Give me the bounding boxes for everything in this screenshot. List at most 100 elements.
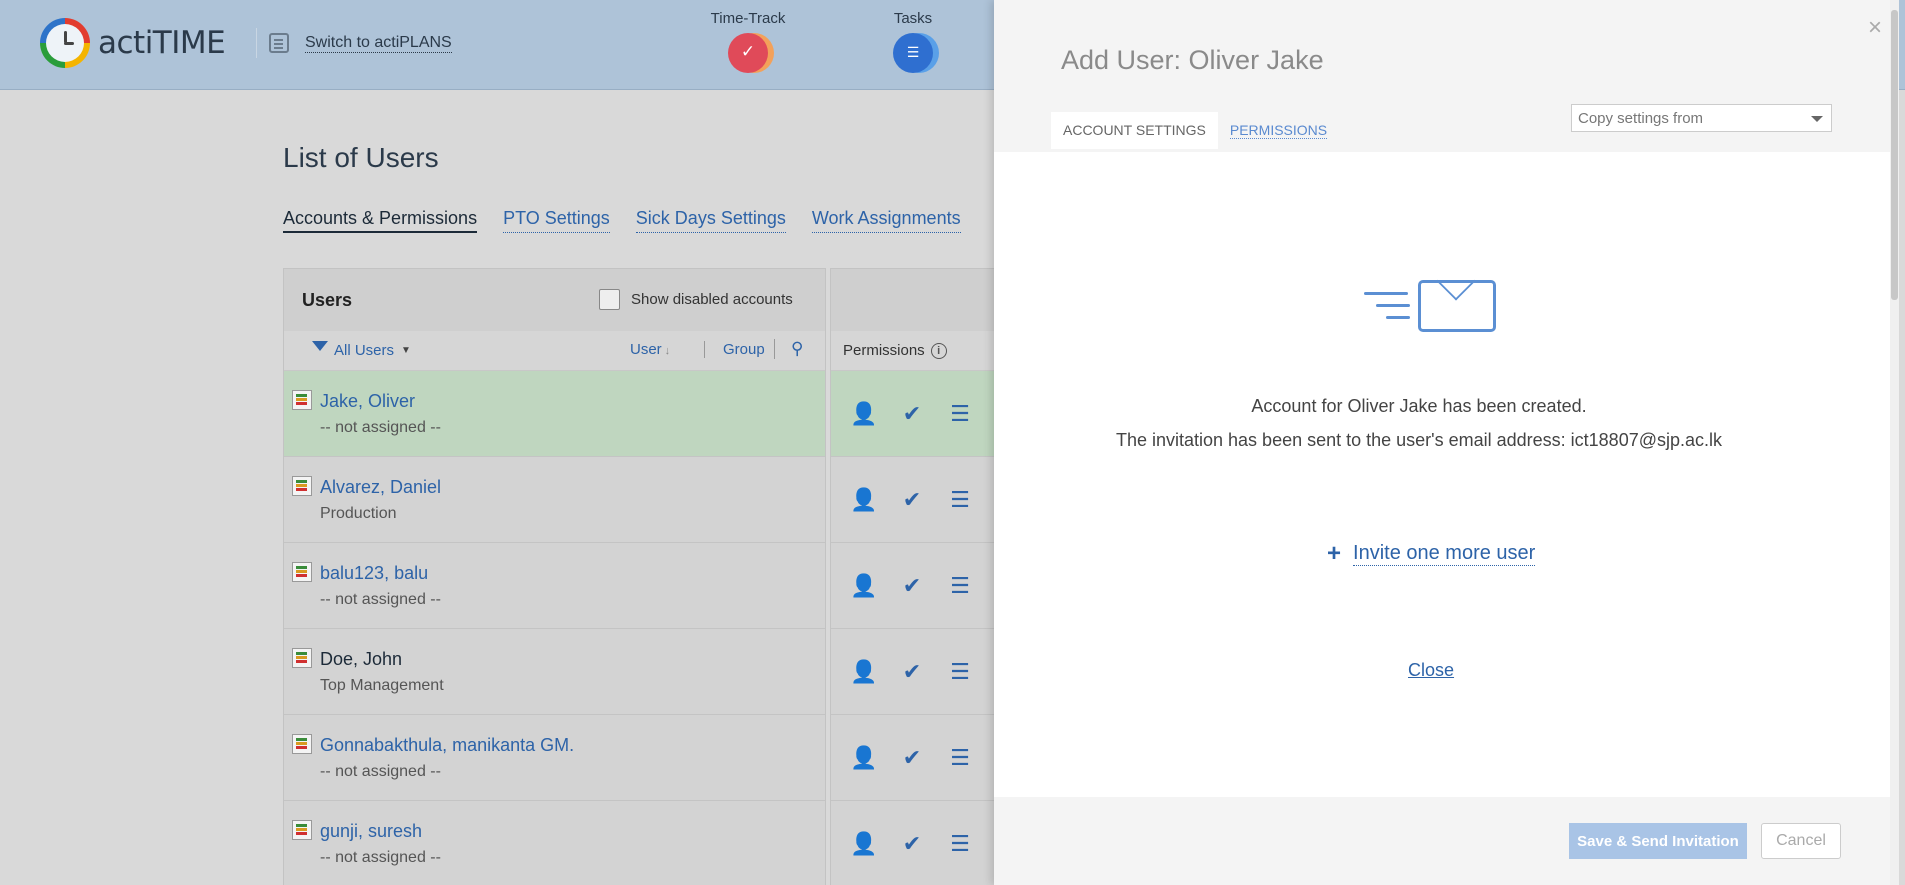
- user-status-icon: [292, 562, 312, 582]
- scroll-thumb[interactable]: [1891, 10, 1898, 300]
- users-subtabs: Accounts & Permissions PTO Settings Sick…: [283, 208, 961, 233]
- hierarchy-icon[interactable]: ☰: [945, 657, 975, 687]
- user-admin-icon[interactable]: 👤: [849, 485, 879, 515]
- clock-logo-icon: [40, 18, 90, 68]
- user-name[interactable]: Alvarez, Daniel: [320, 477, 441, 498]
- hierarchy-icon[interactable]: ☰: [945, 485, 975, 515]
- nav-time-track-label: Time-Track: [710, 10, 786, 27]
- user-department: -- not assigned --: [320, 419, 441, 436]
- nav-tasks[interactable]: Tasks: [868, 10, 958, 73]
- user-row[interactable]: balu123, balu -- not assigned --: [284, 543, 825, 629]
- invitation-sent-icon: [1364, 261, 1496, 334]
- user-name[interactable]: gunji, suresh: [320, 821, 422, 842]
- permissions-row: 👤 ✔ ☰: [831, 629, 999, 715]
- hierarchy-icon[interactable]: ☰: [945, 829, 975, 859]
- user-status-icon: [292, 820, 312, 840]
- show-disabled-label: Show disabled accounts: [631, 291, 793, 308]
- user-name[interactable]: Gonnabakthula, manikanta GM.: [320, 735, 574, 756]
- show-disabled-checkbox[interactable]: [599, 289, 620, 310]
- user-status-icon: [292, 476, 312, 496]
- user-department: -- not assigned --: [320, 763, 441, 780]
- invite-label: Invite one more user: [1353, 542, 1536, 566]
- user-name[interactable]: Jake, Oliver: [320, 391, 415, 412]
- permissions-row: 👤 ✔ ☰: [831, 715, 999, 801]
- add-user-footer: Save & Send Invitation Cancel: [994, 797, 1894, 885]
- permissions-row: 👤 ✔ ☰: [831, 801, 999, 885]
- close-link[interactable]: Close: [1408, 660, 1454, 681]
- user-department: -- not assigned --: [320, 849, 441, 866]
- page-title: List of Users: [283, 142, 439, 173]
- subtab-pto-settings[interactable]: PTO Settings: [503, 208, 610, 233]
- tab-account-settings[interactable]: ACCOUNT SETTINGS: [1051, 112, 1218, 149]
- time-approval-icon[interactable]: ✔: [897, 571, 927, 601]
- sort-arrow-icon: ↓: [664, 345, 671, 357]
- time-approval-icon[interactable]: ✔: [897, 743, 927, 773]
- invite-one-more-user-link[interactable]: + Invite one more user: [1327, 540, 1536, 568]
- save-send-invitation-button[interactable]: Save & Send Invitation: [1569, 823, 1747, 859]
- time-approval-icon[interactable]: ✔: [897, 657, 927, 687]
- user-row[interactable]: Gonnabakthula, manikanta GM. -- not assi…: [284, 715, 825, 801]
- tab-permissions-label: PERMISSIONS: [1229, 122, 1328, 139]
- user-status-icon: [292, 390, 312, 410]
- user-status-icon: [292, 734, 312, 754]
- actitime-logo[interactable]: actiTIME: [40, 18, 226, 68]
- switch-label: Switch to actiPLANS: [305, 33, 452, 53]
- user-admin-icon[interactable]: 👤: [849, 743, 879, 773]
- users-panel-title: Users: [302, 289, 353, 310]
- filter-label: All Users: [334, 341, 395, 359]
- plus-icon: +: [1327, 540, 1342, 567]
- subtab-work-assignments[interactable]: Work Assignments: [811, 208, 961, 233]
- permissions-panel: Permissions i 👤 ✔ ☰ 👤 ✔ ☰ 👤 ✔ ☰ 👤 ✔ ☰ 👤 …: [830, 268, 1000, 885]
- user-department: Production: [320, 505, 397, 522]
- user-admin-icon[interactable]: 👤: [849, 571, 879, 601]
- permissions-row: 👤 ✔ ☰: [831, 543, 999, 629]
- add-user-header: Add User: Oliver Jake × ACCOUNT SETTINGS…: [994, 0, 1894, 152]
- user-row[interactable]: Doe, John Top Management: [284, 629, 825, 715]
- permissions-row: 👤 ✔ ☰: [831, 371, 999, 457]
- filter-row: All Users ▼ User ↓ Group ⚲: [284, 331, 825, 371]
- permissions-panel-header: [831, 269, 999, 331]
- filter-icon: [312, 341, 328, 359]
- hierarchy-icon[interactable]: ☰: [945, 743, 975, 773]
- subtab-sick-days-settings[interactable]: Sick Days Settings: [635, 208, 786, 233]
- info-icon[interactable]: i: [930, 342, 947, 359]
- sort-by-user[interactable]: User ↓: [630, 341, 670, 358]
- permissions-column-header: Permissions i: [831, 331, 999, 371]
- add-user-title: Add User: Oliver Jake: [1061, 45, 1324, 75]
- show-disabled-toggle[interactable]: Show disabled accounts: [599, 289, 793, 310]
- user-department: Top Management: [320, 677, 444, 694]
- users-panel: Users Show disabled accounts All Users ▼…: [283, 268, 826, 885]
- user-name[interactable]: Doe, John: [320, 649, 402, 670]
- time-approval-icon[interactable]: ✔: [897, 829, 927, 859]
- user-status-icon: [292, 648, 312, 668]
- cancel-button[interactable]: Cancel: [1761, 823, 1841, 859]
- nav-tasks-label: Tasks: [893, 10, 933, 27]
- user-admin-icon[interactable]: 👤: [849, 829, 879, 859]
- sort-by-group[interactable]: Group: [704, 341, 765, 358]
- account-created-message: Account for Oliver Jake has been created…: [1251, 396, 1587, 416]
- subtab-accounts-permissions[interactable]: Accounts & Permissions: [283, 208, 478, 233]
- hierarchy-icon[interactable]: ☰: [945, 399, 975, 429]
- user-row[interactable]: Alvarez, Daniel Production: [284, 457, 825, 543]
- time-approval-icon[interactable]: ✔: [897, 485, 927, 515]
- sort-user-label: User: [630, 341, 662, 358]
- permissions-label: Permissions: [843, 342, 925, 359]
- user-admin-icon[interactable]: 👤: [849, 657, 879, 687]
- user-name[interactable]: balu123, balu: [320, 563, 428, 584]
- user-row[interactable]: Jake, Oliver -- not assigned --: [284, 371, 825, 457]
- time-approval-icon[interactable]: ✔: [897, 399, 927, 429]
- user-row[interactable]: gunji, suresh -- not assigned --: [284, 801, 825, 885]
- hierarchy-icon[interactable]: ☰: [945, 571, 975, 601]
- all-users-filter[interactable]: All Users ▼: [312, 341, 411, 359]
- nav-time-track[interactable]: Time-Track: [703, 10, 793, 73]
- user-admin-icon[interactable]: 👤: [849, 399, 879, 429]
- actiplans-icon: [269, 33, 289, 53]
- copy-settings-dropdown[interactable]: Copy settings from: [1571, 104, 1832, 132]
- tab-permissions[interactable]: PERMISSIONS: [1218, 112, 1339, 149]
- search-icon[interactable]: ⚲: [774, 339, 803, 359]
- close-icon[interactable]: ×: [1868, 14, 1882, 42]
- add-user-tabs: ACCOUNT SETTINGS PERMISSIONS: [1051, 112, 1339, 149]
- scrollbar[interactable]: [1890, 0, 1899, 885]
- switch-to-actiplans-link[interactable]: Switch to actiPLANS: [256, 28, 452, 58]
- logo-text: actiTIME: [98, 25, 226, 61]
